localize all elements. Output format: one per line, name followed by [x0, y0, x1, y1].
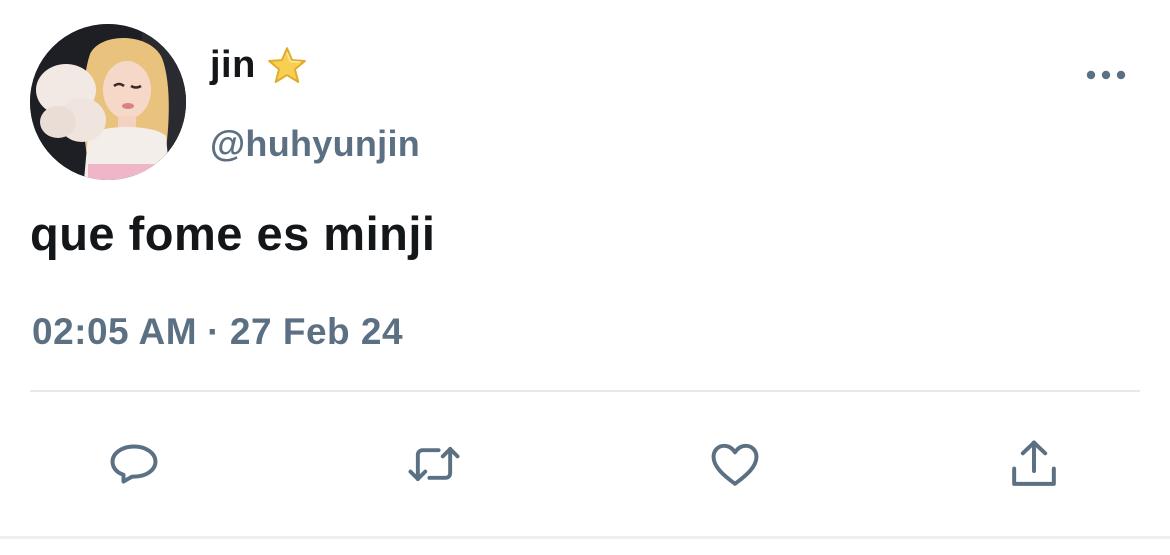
author-name-row[interactable]: jin	[210, 44, 308, 87]
more-horizontal-icon	[1086, 70, 1126, 80]
retweet-icon	[408, 447, 460, 481]
more-options-button[interactable]	[1080, 60, 1132, 90]
tweet-time[interactable]: 02:05 AM	[32, 311, 197, 353]
share-icon	[1012, 440, 1056, 486]
retweet-button[interactable]	[404, 434, 464, 494]
star-icon	[266, 46, 308, 86]
timestamp-separator: ·	[207, 311, 220, 352]
like-icon	[711, 443, 759, 486]
reply-icon	[110, 444, 158, 484]
author-handle[interactable]: @huhyunjin	[210, 123, 420, 165]
reply-button[interactable]	[104, 434, 164, 494]
display-name[interactable]: jin	[210, 44, 256, 87]
like-button[interactable]	[705, 434, 765, 494]
tweet-text: que fome es minji	[30, 207, 436, 260]
divider	[30, 390, 1140, 392]
bottom-border	[0, 536, 1170, 539]
share-button[interactable]	[1004, 434, 1064, 494]
avatar[interactable]	[30, 24, 186, 180]
tweet-timestamp[interactable]: 02:05 AM · 27 Feb 24	[32, 311, 403, 353]
tweet-card: jin @huhyunjin que fome es minji 02:05 A…	[0, 0, 1170, 555]
tweet-date[interactable]: 27 Feb 24	[230, 311, 403, 353]
avatar-photo	[30, 24, 186, 180]
